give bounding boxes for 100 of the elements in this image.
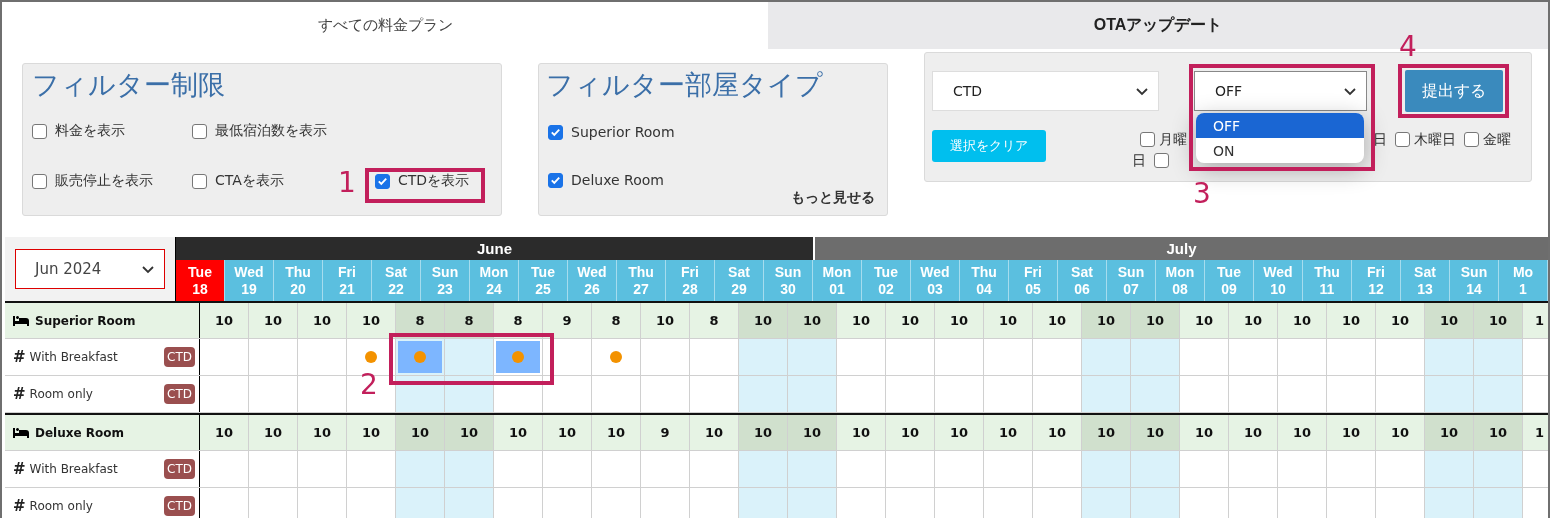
checkbox[interactable] [1464, 132, 1479, 147]
rate-plan-name: With Breakfast [29, 462, 119, 476]
dropdown-option[interactable]: ON [1196, 138, 1364, 163]
calendar-cell[interactable] [739, 376, 788, 412]
date-header: Thu 11 [1303, 260, 1352, 301]
availability-cell: 10 [886, 303, 935, 338]
availability-cell: 10 [494, 415, 543, 450]
availability-cell: 10 [1474, 415, 1523, 450]
ctd-badge: CTD [164, 496, 195, 516]
month-select[interactable]: Jun 2024 [15, 249, 165, 289]
bed-icon [13, 427, 29, 438]
calendar-cell[interactable] [788, 376, 837, 412]
submit-button[interactable]: 提出する [1405, 70, 1503, 112]
availability-cell: 8 [592, 303, 641, 338]
month-header: July [813, 237, 1548, 260]
panel-title: フィルター部屋タイプ [546, 68, 824, 102]
calendar-cell[interactable] [1082, 339, 1131, 375]
date-header: Fri 28 [666, 260, 715, 301]
date-header: Sat 22 [372, 260, 421, 301]
availability-cell: 1 [1523, 303, 1548, 338]
rate-plan-name: Room only [29, 499, 94, 513]
date-header: Tue 02 [862, 260, 911, 301]
date-header: Mon 01 [813, 260, 862, 301]
calendar-cell[interactable] [396, 339, 445, 375]
checkbox[interactable] [548, 172, 563, 188]
checkbox[interactable] [32, 123, 47, 139]
checkbox[interactable] [1154, 153, 1169, 168]
dropdown-option[interactable]: OFF [1196, 113, 1364, 138]
weekday-label: 日 [1132, 151, 1146, 170]
calendar-cell[interactable] [1474, 339, 1523, 375]
availability-cell: 10 [396, 415, 445, 450]
date-header: Tue 25 [519, 260, 568, 301]
panel-title: フィルター制限 [32, 68, 226, 102]
calendar-cell[interactable] [1082, 451, 1131, 487]
calendar-cell[interactable] [788, 488, 837, 518]
availability-cell: 10 [935, 303, 984, 338]
availability-cell: 10 [1327, 415, 1376, 450]
checkbox[interactable] [375, 173, 390, 189]
calendar-cell[interactable] [1474, 451, 1523, 487]
availability-cell: 10 [1082, 303, 1131, 338]
calendar-cell[interactable] [445, 451, 494, 487]
availability-cell: 10 [249, 303, 298, 338]
checkbox[interactable] [32, 173, 47, 189]
availability-cell: 10 [1425, 303, 1474, 338]
hash-icon: # [13, 385, 26, 403]
availability-cell: 10 [886, 415, 935, 450]
calendar-cell[interactable] [1425, 451, 1474, 487]
calendar-cell[interactable] [1131, 488, 1180, 518]
date-header: Sun 07 [1107, 260, 1156, 301]
calendar-cell[interactable] [1474, 376, 1523, 412]
calendar-cell[interactable] [396, 451, 445, 487]
ctd-badge: CTD [164, 459, 195, 479]
checkbox[interactable] [1395, 132, 1410, 147]
calendar-cell[interactable] [1425, 376, 1474, 412]
calendar-cell[interactable] [739, 339, 788, 375]
date-header: Mon 08 [1156, 260, 1205, 301]
date-header: Mon 24 [470, 260, 519, 301]
show-more-link[interactable]: もっと見せる [791, 189, 875, 207]
checkbox-label: Superior Room [571, 124, 675, 140]
availability-cell: 10 [788, 415, 837, 450]
availability-cell: 10 [739, 303, 788, 338]
hash-icon: # [13, 348, 26, 366]
checkbox[interactable] [548, 124, 563, 140]
calendar-cell[interactable] [739, 488, 788, 518]
checkbox[interactable] [192, 123, 207, 139]
calendar-cell[interactable] [445, 488, 494, 518]
date-header: Tue 09 [1205, 260, 1254, 301]
checkbox-label: 最低宿泊数を表示 [215, 122, 327, 140]
calendar-cell[interactable] [1131, 451, 1180, 487]
calendar-cell[interactable] [788, 339, 837, 375]
calendar-cell[interactable] [1474, 488, 1523, 518]
calendar-cell[interactable] [1082, 488, 1131, 518]
date-header: Sun 14 [1450, 260, 1499, 301]
availability-cell: 10 [984, 415, 1033, 450]
availability-cell: 10 [1229, 303, 1278, 338]
availability-cell: 10 [298, 415, 347, 450]
calendar-cell[interactable] [445, 339, 494, 375]
value-select[interactable]: OFF [1194, 71, 1367, 111]
calendar-cell[interactable] [788, 451, 837, 487]
calendar-cell[interactable] [494, 339, 543, 375]
calendar-cell[interactable] [396, 488, 445, 518]
availability-cell: 1 [1523, 415, 1548, 450]
restriction-select[interactable]: CTD [932, 71, 1159, 111]
bed-icon [13, 315, 29, 326]
calendar-cell[interactable] [1425, 339, 1474, 375]
checkbox-label: CTAを表示 [215, 172, 284, 190]
checkbox[interactable] [1140, 132, 1155, 147]
checkbox[interactable] [192, 173, 207, 189]
checkbox-label: 料金を表示 [55, 122, 125, 140]
ctd-badge: CTD [164, 347, 195, 367]
availability-cell: 10 [1425, 415, 1474, 450]
calendar-cell[interactable] [1131, 339, 1180, 375]
availability-cell: 10 [739, 415, 788, 450]
calendar-cell[interactable] [1082, 376, 1131, 412]
calendar-cell[interactable] [1131, 376, 1180, 412]
date-header: Fri 05 [1009, 260, 1058, 301]
weekday-label: 月曜 [1159, 130, 1187, 149]
date-header: Sat 29 [715, 260, 764, 301]
calendar-cell[interactable] [1425, 488, 1474, 518]
calendar-cell[interactable] [739, 451, 788, 487]
